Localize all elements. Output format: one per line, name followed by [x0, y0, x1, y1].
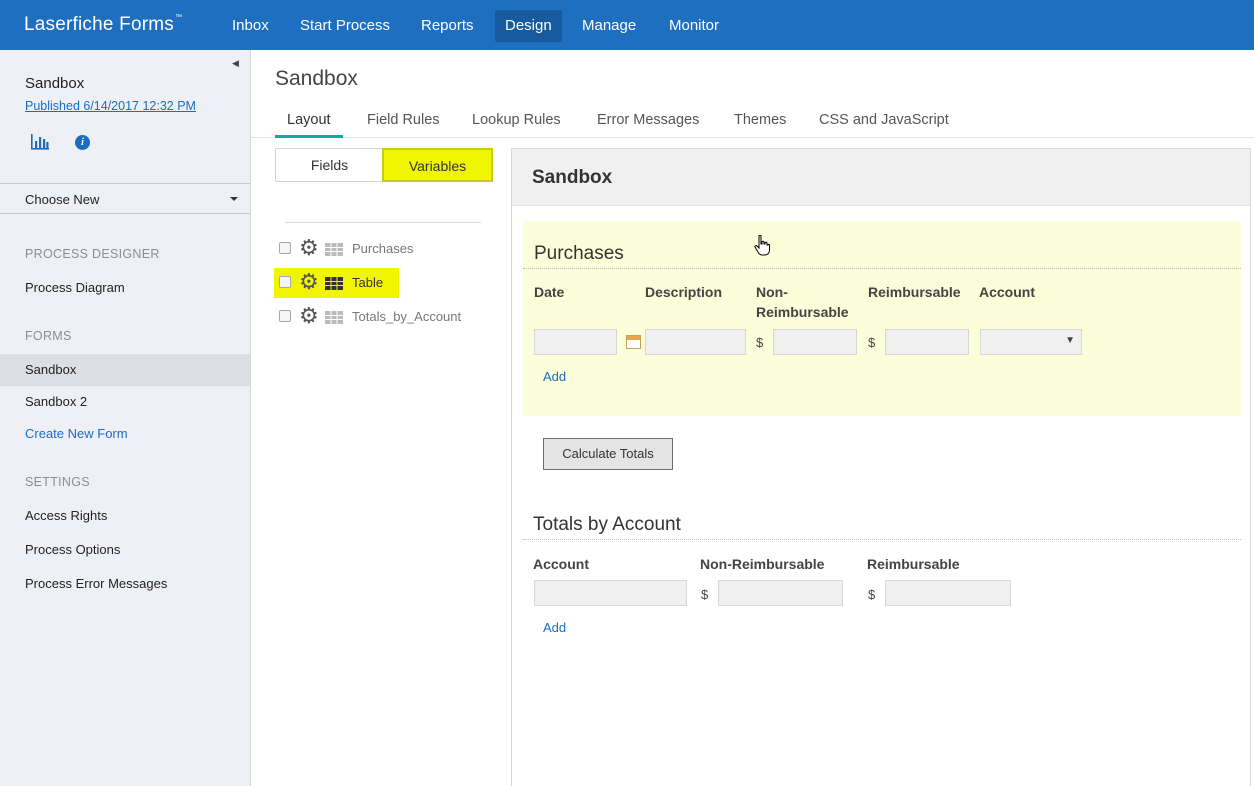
currency-symbol: $ [868, 335, 876, 350]
column-header-description: Description [645, 284, 723, 300]
section-heading-settings: SETTINGS [25, 475, 90, 489]
fields-variables-toggle: Fields Variables [275, 148, 493, 182]
nav-item-start-process[interactable]: Start Process [290, 10, 400, 42]
non-reimbursable-input[interactable] [773, 329, 857, 355]
variable-row[interactable]: ⚙ Purchases [274, 234, 464, 264]
totals-title: Totals by Account [533, 514, 681, 535]
description-input[interactable] [645, 329, 746, 355]
purchases-title: Purchases [534, 243, 624, 264]
gear-icon[interactable]: ⚙ [299, 237, 319, 259]
tab-field-rules[interactable]: Field Rules [355, 112, 452, 138]
sidebar-item-process-options[interactable]: Process Options [0, 534, 250, 566]
column-header-account: Account [533, 556, 589, 572]
reimbursable-total-input[interactable] [885, 580, 1011, 606]
currency-symbol: $ [868, 587, 876, 602]
tab-themes[interactable]: Themes [722, 112, 798, 138]
nav-item-monitor[interactable]: Monitor [659, 10, 729, 42]
designer-tabs: Layout Field Rules Lookup Rules Error Me… [251, 104, 1254, 138]
form-title: Sandbox [532, 167, 613, 188]
chevron-down-icon [230, 197, 238, 201]
sidebar-item-access-rights[interactable]: Access Rights [0, 500, 250, 532]
divider [523, 539, 1241, 540]
form-header: Sandbox [512, 149, 1250, 206]
choose-new-label: Choose New [25, 192, 100, 207]
collapse-sidebar-icon[interactable]: ◀ [232, 58, 239, 69]
non-reimbursable-total-input[interactable] [718, 580, 843, 606]
variable-checkbox[interactable] [279, 310, 291, 322]
reimbursable-input[interactable] [885, 329, 969, 355]
nav-item-design[interactable]: Design [495, 10, 562, 42]
add-row-link[interactable]: Add [543, 369, 566, 384]
section-heading-forms: FORMS [25, 329, 72, 343]
divider [523, 268, 1241, 269]
fields-button[interactable]: Fields [276, 149, 383, 181]
column-header-non-reimbursable: Non-Reimbursable [700, 556, 825, 572]
choose-new-dropdown[interactable]: Choose New [0, 183, 250, 214]
tab-layout[interactable]: Layout [275, 112, 343, 138]
calendar-icon[interactable] [626, 335, 641, 349]
column-header-reimbursable: Reimbursable [868, 284, 961, 300]
brand-logo[interactable]: Laserfiche Forms™ [24, 14, 182, 36]
table-icon [325, 243, 343, 256]
sidebar-item-create-new-form[interactable]: Create New Form [0, 418, 250, 450]
variable-row[interactable]: ⚙ Table [274, 268, 399, 298]
top-nav: Laserfiche Forms™ Inbox Start Process Re… [0, 0, 1254, 50]
page-title: Sandbox [275, 67, 358, 90]
account-total-input[interactable] [534, 580, 687, 606]
chevron-down-icon: ▼ [1065, 335, 1075, 346]
variable-label: Purchases [352, 241, 414, 256]
sidebar-item-sandbox-2[interactable]: Sandbox 2 [0, 386, 250, 418]
divider [285, 222, 481, 223]
published-link[interactable]: Published 6/14/2017 12:32 PM [25, 99, 196, 113]
calculate-totals-button[interactable]: Calculate Totals [543, 438, 673, 470]
process-name: Sandbox [25, 75, 85, 92]
date-input[interactable] [534, 329, 617, 355]
sidebar-item-sandbox[interactable]: Sandbox [0, 354, 250, 386]
nav-item-reports[interactable]: Reports [411, 10, 484, 42]
column-header-non-reimbursable: Non- Reimbursable [756, 284, 849, 320]
add-row-link[interactable]: Add [543, 620, 566, 635]
sidebar: ◀ Sandbox Published 6/14/2017 12:32 PM i… [0, 50, 251, 786]
gear-icon[interactable]: ⚙ [299, 271, 319, 293]
bar-chart-icon[interactable] [30, 134, 50, 150]
variables-button[interactable]: Variables [382, 148, 493, 182]
variable-row[interactable]: ⚙ Totals_by_Account [274, 302, 484, 332]
form-preview: Sandbox Purchases Date Description Non- … [511, 148, 1251, 786]
tab-error-messages[interactable]: Error Messages [585, 112, 711, 138]
purchases-section[interactable]: Purchases Date Description Non- Reimburs… [523, 221, 1241, 416]
nav-item-inbox[interactable]: Inbox [222, 10, 279, 42]
nav-item-manage[interactable]: Manage [572, 10, 646, 42]
sidebar-item-process-diagram[interactable]: Process Diagram [0, 272, 250, 304]
table-icon [325, 277, 343, 290]
column-header-account: Account [979, 284, 1035, 300]
brand-name: Laserfiche Forms [24, 14, 174, 35]
gear-icon[interactable]: ⚙ [299, 305, 319, 327]
table-icon [325, 311, 343, 324]
currency-symbol: $ [701, 587, 709, 602]
tab-css-javascript[interactable]: CSS and JavaScript [807, 112, 961, 138]
tab-lookup-rules[interactable]: Lookup Rules [460, 112, 573, 138]
sidebar-item-process-error-messages[interactable]: Process Error Messages [0, 568, 250, 600]
column-header-date: Date [534, 284, 565, 300]
variable-checkbox[interactable] [279, 242, 291, 254]
variable-checkbox[interactable] [279, 276, 291, 288]
hand-cursor-icon [754, 235, 770, 256]
variable-label: Totals_by_Account [352, 309, 462, 324]
currency-symbol: $ [756, 335, 764, 350]
trademark-mark: ™ [174, 14, 183, 21]
info-icon[interactable]: i [75, 135, 90, 150]
section-heading-process-designer: PROCESS DESIGNER [25, 247, 160, 261]
account-select[interactable]: ▼ [980, 329, 1082, 355]
column-header-reimbursable: Reimbursable [867, 556, 960, 572]
variable-label: Table [352, 275, 384, 290]
